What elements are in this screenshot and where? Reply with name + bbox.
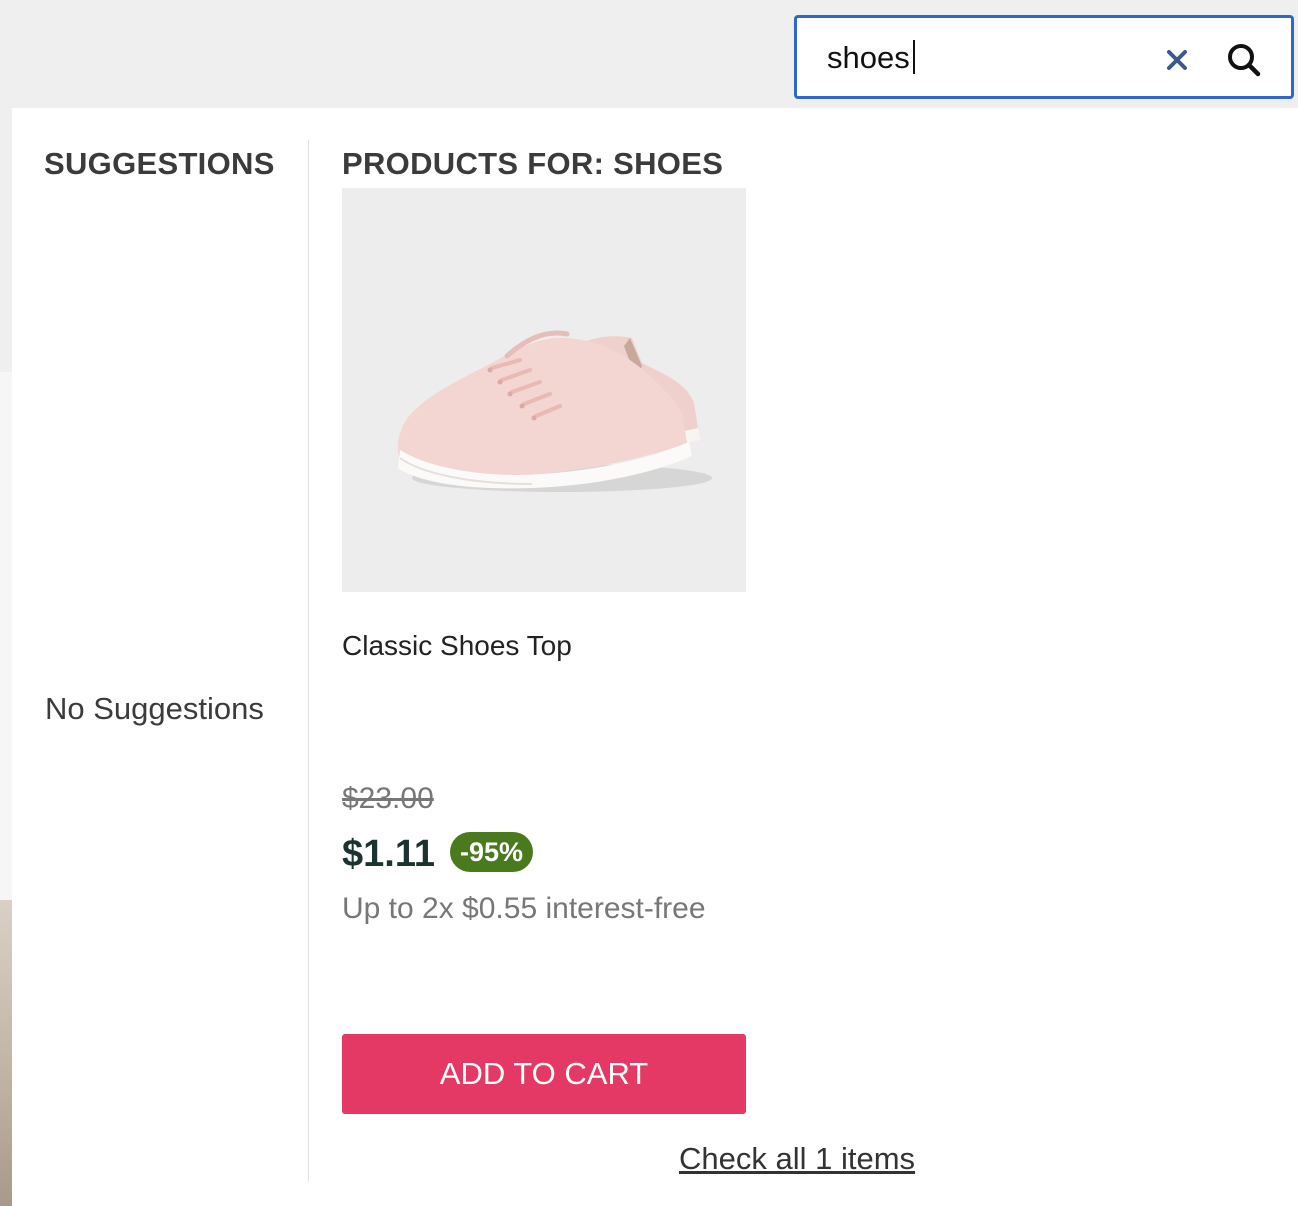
search-results-dropdown: SUGGESTIONS No Suggestions PRODUCTS FOR:… — [12, 108, 1298, 1206]
column-divider — [308, 140, 309, 1182]
close-icon — [1167, 50, 1187, 70]
suggestions-heading: SUGGESTIONS — [44, 146, 275, 181]
clear-search-button[interactable] — [1157, 40, 1197, 80]
sneaker-image — [342, 188, 746, 592]
suggestions-column: SUGGESTIONS No Suggestions — [12, 108, 308, 1206]
product-image[interactable] — [342, 188, 746, 592]
original-price: $23.00 — [342, 782, 434, 815]
add-to-cart-button[interactable]: ADD TO CART — [342, 1034, 746, 1114]
current-price: $1.11 — [342, 833, 435, 875]
check-all-items-link[interactable]: Check all 1 items — [679, 1141, 915, 1177]
search-icon — [1228, 44, 1261, 77]
search-submit-button[interactable] — [1222, 38, 1266, 82]
search-box — [794, 15, 1294, 99]
text-caret — [913, 40, 915, 74]
no-suggestions-text: No Suggestions — [45, 691, 264, 726]
product-card[interactable]: Classic Shoes Top $23.00 $1.11 -95% Up t… — [342, 188, 746, 1118]
discount-badge: -95% — [450, 832, 534, 872]
product-title[interactable]: Classic Shoes Top — [342, 630, 572, 662]
products-heading: PRODUCTS FOR: SHOES — [342, 146, 724, 181]
installments-text: Up to 2x $0.55 interest-free — [342, 892, 706, 925]
search-input[interactable] — [827, 36, 1147, 80]
